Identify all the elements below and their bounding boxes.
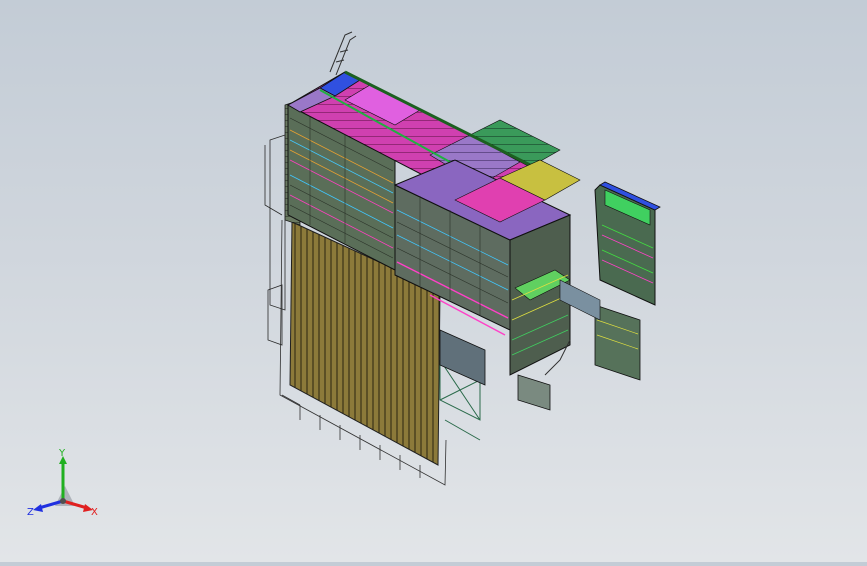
right-lower-frame bbox=[594, 304, 641, 381]
y-axis-label: Y bbox=[58, 448, 66, 459]
assembly-model[interactable] bbox=[0, 0, 867, 562]
left-ladder bbox=[269, 134, 286, 311]
3d-viewport[interactable]: Y X Z bbox=[0, 0, 867, 562]
x-axis-label: X bbox=[91, 507, 98, 518]
orientation-triad[interactable]: Y X Z bbox=[25, 448, 105, 523]
z-axis-label: Z bbox=[27, 507, 34, 518]
top-stair bbox=[329, 31, 357, 76]
